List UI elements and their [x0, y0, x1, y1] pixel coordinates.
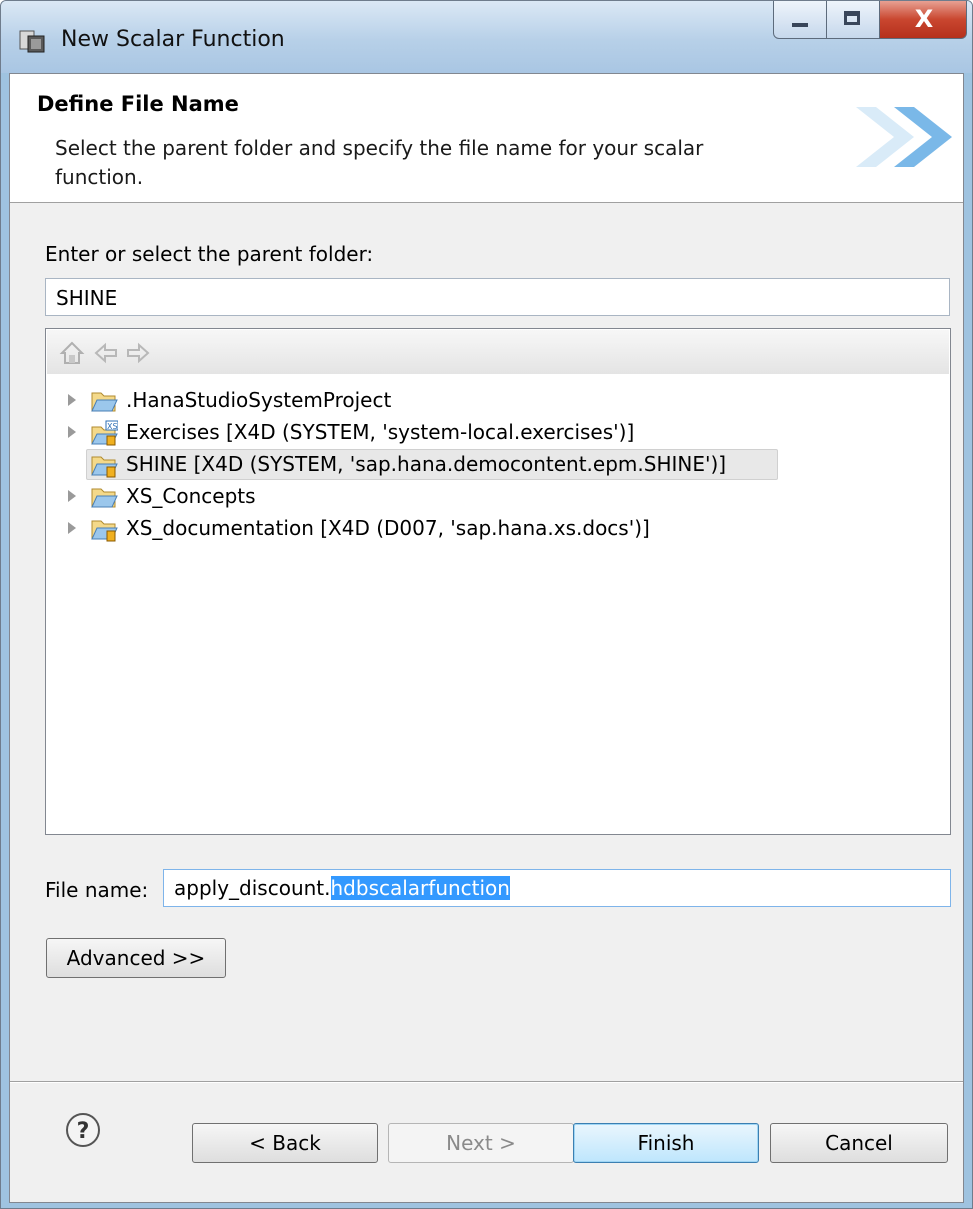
tree-item[interactable]: .HanaStudioSystemProject — [46, 385, 946, 417]
tree-item-selected[interactable]: SHINE [X4D (SYSTEM, 'sap.hana.democonten… — [46, 449, 946, 481]
help-glyph: ? — [77, 1119, 90, 1144]
tree-item-label: XS_Concepts — [126, 484, 256, 508]
tree-item[interactable]: XS_documentation [X4D (D007, 'sap.hana.x… — [46, 513, 946, 545]
app-icon — [19, 30, 45, 53]
expand-arrow-icon[interactable] — [68, 394, 76, 406]
file-name-prefix: apply_discount. — [174, 876, 331, 900]
open-folder-icon — [91, 392, 118, 412]
tree-item[interactable]: XS_Concepts — [46, 481, 946, 513]
expand-arrow-icon[interactable] — [68, 522, 76, 534]
dialog-client-area: Define File Name Select the parent folde… — [9, 73, 964, 1203]
file-name-label: File name: — [45, 878, 149, 902]
tree-item-label: .HanaStudioSystemProject — [126, 388, 392, 412]
svg-text:XS: XS — [107, 422, 118, 431]
xs-project-folder-icon: XS — [91, 420, 118, 446]
tree-item-label: Exercises [X4D (SYSTEM, 'system-local.ex… — [126, 420, 635, 444]
back-arrow-icon[interactable] — [93, 340, 119, 366]
page-title: Define File Name — [37, 92, 239, 116]
help-icon[interactable]: ? — [65, 1112, 101, 1148]
expand-arrow-icon[interactable] — [68, 490, 76, 502]
page-description: Select the parent folder and specify the… — [55, 136, 704, 189]
shared-project-folder-icon — [91, 456, 118, 478]
cancel-button[interactable]: Cancel — [770, 1123, 948, 1163]
window-title: New Scalar Function — [61, 27, 285, 52]
back-button[interactable]: < Back — [192, 1123, 378, 1163]
tree-item[interactable]: XS Exercises [X4D (SYSTEM, 'system-local… — [46, 417, 946, 449]
file-name-selected-text: hdbscalarfunction — [330, 876, 510, 900]
maximize-button[interactable] — [826, 1, 880, 39]
close-icon: X — [914, 5, 934, 33]
minimize-button[interactable] — [773, 1, 827, 39]
minimize-icon — [792, 23, 808, 27]
wizard-banner-icon — [856, 107, 952, 167]
tree-toolbar — [47, 330, 949, 374]
wizard-header: Define File Name Select the parent folde… — [10, 74, 963, 203]
tree-item-label: SHINE [X4D (SYSTEM, 'sap.hana.democonten… — [126, 452, 727, 476]
shared-project-folder-icon — [91, 520, 118, 542]
next-button[interactable]: Next > — [388, 1123, 574, 1163]
finish-button[interactable]: Finish — [573, 1123, 759, 1163]
file-name-input[interactable]: apply_discount.hdbscalarfunction — [163, 869, 951, 907]
footer-divider-highlight — [10, 1082, 963, 1083]
expand-arrow-icon[interactable] — [68, 426, 76, 438]
parent-folder-label: Enter or select the parent folder: — [45, 242, 374, 266]
close-button[interactable]: X — [879, 1, 967, 39]
forward-arrow-icon[interactable] — [125, 340, 151, 366]
project-tree[interactable]: .HanaStudioSystemProject XS Exercises [X… — [45, 328, 951, 835]
maximize-icon — [844, 11, 860, 25]
title-bar[interactable]: New Scalar Function X — [1, 1, 972, 73]
dialog-window: New Scalar Function X Define File Name S… — [0, 0, 973, 1209]
tree-item-label: XS_documentation [X4D (D007, 'sap.hana.x… — [126, 516, 650, 540]
open-folder-icon — [91, 488, 118, 508]
parent-folder-input[interactable]: SHINE — [45, 278, 950, 316]
advanced-button[interactable]: Advanced >> — [46, 938, 226, 978]
home-icon[interactable] — [59, 340, 85, 366]
